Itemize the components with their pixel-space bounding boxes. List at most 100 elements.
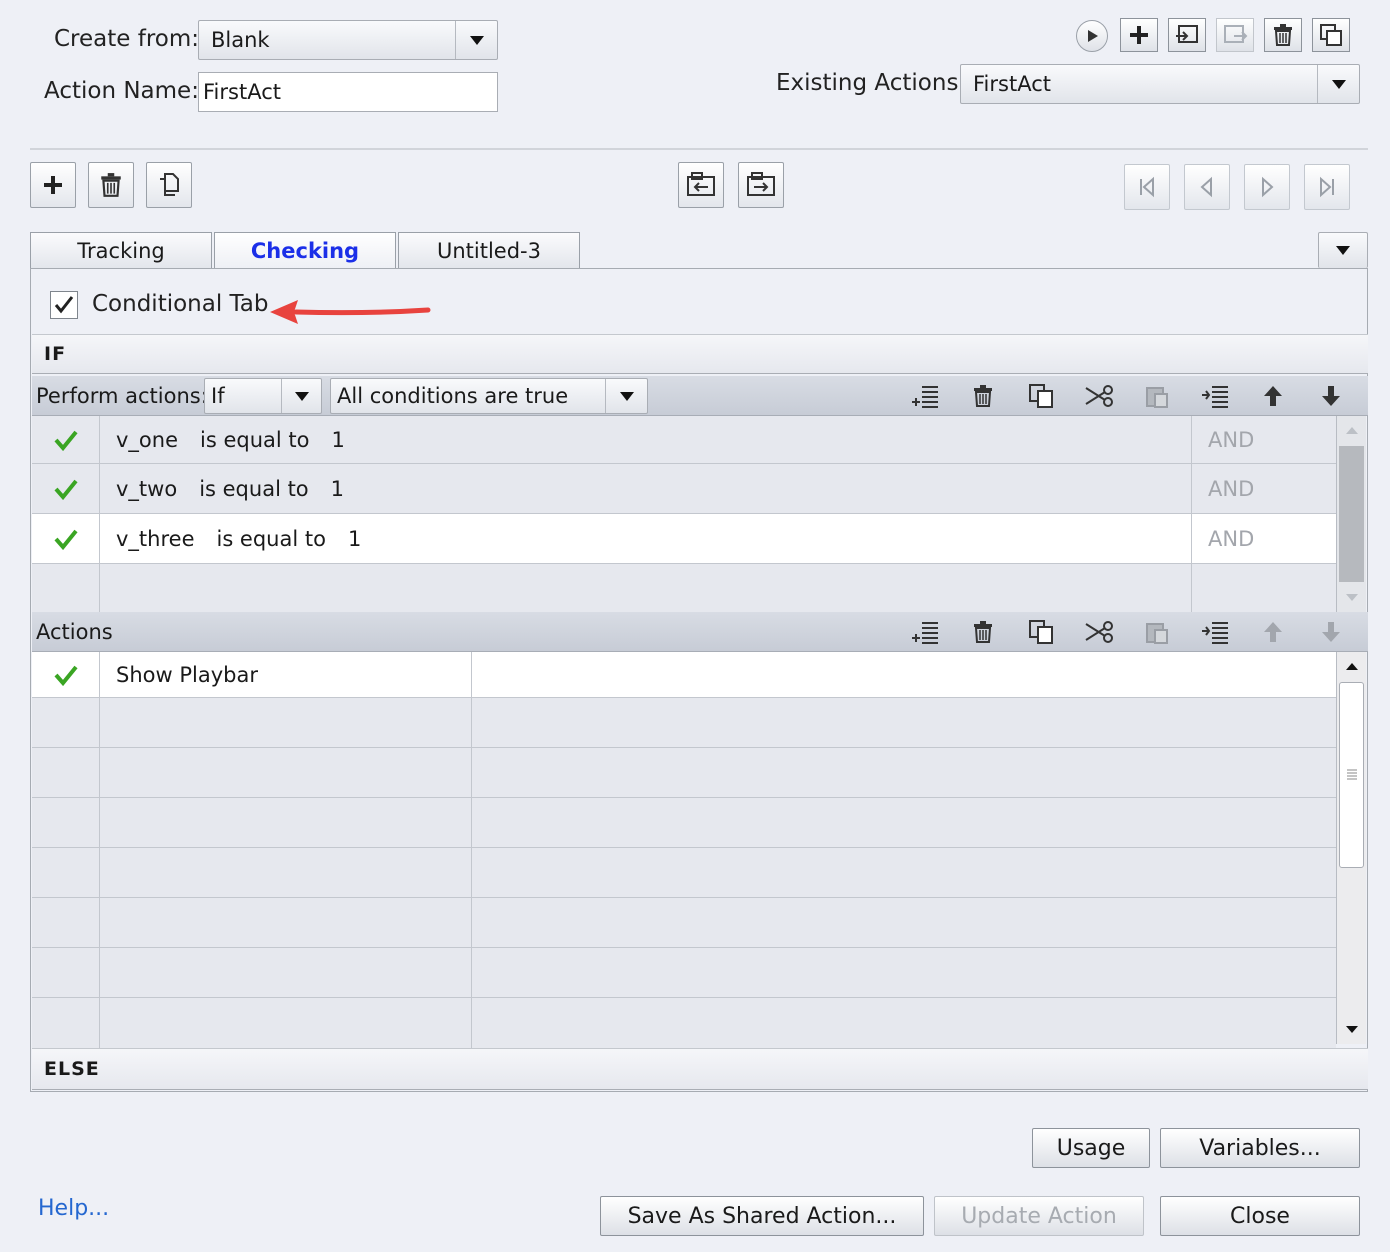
create-from-label: Create from: — [54, 26, 200, 52]
perform-actions-dropdown[interactable]: If — [204, 378, 322, 414]
table-row-empty[interactable] — [32, 898, 1336, 948]
add-decision-icon — [44, 176, 62, 194]
empty-cell — [100, 998, 472, 1048]
delete-action-icon[interactable] — [1264, 18, 1302, 52]
insert-row-icon[interactable] — [896, 612, 954, 652]
tab-untitled-3[interactable]: Untitled-3 — [398, 232, 580, 268]
scroll-down-icon[interactable] — [1337, 584, 1366, 612]
first-decision-button[interactable] — [1124, 164, 1170, 210]
condition-expression[interactable]: v_three is equal to 1 — [100, 514, 1192, 563]
import-action-icon[interactable] — [1168, 18, 1206, 52]
preview-play-icon[interactable] — [1076, 20, 1108, 52]
table-row-empty[interactable] — [32, 948, 1336, 998]
add-action-icon[interactable] — [1120, 18, 1158, 52]
action-name-cell[interactable]: Show Playbar — [100, 652, 472, 697]
export-action-icon[interactable] — [1216, 18, 1254, 52]
delete-row-icon[interactable] — [954, 376, 1012, 416]
table-row-empty[interactable] — [32, 798, 1336, 848]
condition-operator: is equal to — [200, 427, 310, 452]
action-detail-cell[interactable] — [472, 652, 1336, 697]
table-row-empty[interactable] — [32, 998, 1336, 1048]
cut-row-icon[interactable] — [1070, 612, 1128, 652]
empty-cell — [32, 848, 100, 897]
last-decision-icon — [1320, 176, 1334, 198]
table-row[interactable]: v_two is equal to 1 AND — [32, 464, 1336, 514]
indent-row-icon[interactable] — [1186, 612, 1244, 652]
table-row[interactable]: Show Playbar — [32, 652, 1336, 698]
add-decision-button[interactable] — [30, 162, 76, 208]
condition-joiner[interactable]: AND — [1192, 464, 1336, 513]
actions-scrollbar[interactable] — [1336, 652, 1366, 1044]
actions-grid: Show Playbar — [32, 652, 1336, 1048]
previous-decision-button[interactable] — [1184, 164, 1230, 210]
chevron-down-icon — [281, 379, 321, 413]
check-icon — [32, 652, 100, 697]
empty-cell — [32, 798, 100, 847]
duplicate-action-icon[interactable] — [1312, 18, 1350, 52]
tab-checking[interactable]: Checking — [214, 232, 396, 268]
scroll-thumb[interactable] — [1339, 682, 1364, 868]
existing-actions-dropdown[interactable]: FirstAct — [960, 64, 1360, 104]
perform-actions-value: If — [211, 384, 225, 408]
perform-actions-label: Perform actions: — [36, 383, 208, 408]
last-decision-button[interactable] — [1304, 164, 1350, 210]
scroll-thumb[interactable] — [1339, 446, 1364, 582]
condition-mode-dropdown[interactable]: All conditions are true — [330, 378, 648, 414]
table-row[interactable]: v_three is equal to 1 AND — [32, 514, 1336, 564]
update-action-button[interactable]: Update Action — [934, 1196, 1144, 1236]
table-row[interactable]: v_one is equal to 1 AND — [32, 416, 1336, 464]
move-up-icon[interactable] — [1244, 376, 1302, 416]
scroll-down-icon[interactable] — [1337, 1016, 1366, 1044]
delete-row-icon[interactable] — [954, 612, 1012, 652]
scroll-up-icon[interactable] — [1337, 416, 1366, 444]
indent-row-icon[interactable] — [1186, 376, 1244, 416]
table-row-empty[interactable] — [32, 698, 1336, 748]
first-decision-icon — [1140, 176, 1154, 198]
move-down-icon[interactable] — [1302, 376, 1360, 416]
variables-button[interactable]: Variables... — [1160, 1128, 1360, 1168]
condition-variable: v_two — [116, 476, 178, 501]
condition-joiner[interactable]: AND — [1192, 416, 1336, 463]
check-icon — [32, 416, 100, 463]
paste-row-icon[interactable] — [1128, 376, 1186, 416]
create-from-dropdown[interactable]: Blank — [198, 20, 498, 60]
condition-expression[interactable]: v_one is equal to 1 — [100, 416, 1192, 463]
next-decision-button[interactable] — [1244, 164, 1290, 210]
delete-decision-button[interactable] — [88, 162, 134, 208]
paste-row-icon[interactable] — [1128, 612, 1186, 652]
table-row-empty[interactable] — [32, 564, 1336, 612]
copy-row-icon[interactable] — [1012, 612, 1070, 652]
divider — [30, 148, 1368, 150]
tab-tracking[interactable]: Tracking — [30, 232, 212, 268]
cut-row-icon[interactable] — [1070, 376, 1128, 416]
move-decision-right-button[interactable] — [738, 162, 784, 208]
else-section-header[interactable]: ELSE — [32, 1048, 1368, 1090]
help-link[interactable]: Help... — [38, 1196, 109, 1221]
empty-cell — [32, 698, 100, 747]
table-row-empty[interactable] — [32, 848, 1336, 898]
save-as-shared-action-button[interactable]: Save As Shared Action... — [600, 1196, 924, 1236]
empty-cell — [32, 748, 100, 797]
condition-operator: is equal to — [199, 476, 309, 501]
empty-cell — [100, 848, 472, 897]
delete-decision-icon — [101, 173, 121, 197]
tabs-menu-dropdown[interactable] — [1318, 232, 1368, 268]
actions-label: Actions — [36, 619, 113, 644]
table-row-empty[interactable] — [32, 748, 1336, 798]
insert-row-icon[interactable] — [896, 376, 954, 416]
scroll-up-icon[interactable] — [1337, 652, 1366, 680]
usage-button[interactable]: Usage — [1032, 1128, 1150, 1168]
close-button[interactable]: Close — [1160, 1196, 1360, 1236]
action-name-input[interactable]: FirstAct — [198, 72, 498, 112]
conditional-tab-checkbox[interactable] — [50, 291, 78, 319]
condition-joiner[interactable]: AND — [1192, 514, 1336, 563]
move-decision-left-button[interactable] — [678, 162, 724, 208]
condition-value: 1 — [331, 427, 345, 452]
duplicate-decision-button[interactable] — [146, 162, 192, 208]
condition-expression[interactable]: v_two is equal to 1 — [100, 464, 1192, 513]
move-up-icon[interactable] — [1244, 612, 1302, 652]
copy-row-icon[interactable] — [1012, 376, 1070, 416]
empty-cell — [32, 998, 100, 1048]
move-down-icon[interactable] — [1302, 612, 1360, 652]
conditions-scrollbar[interactable] — [1336, 416, 1366, 612]
